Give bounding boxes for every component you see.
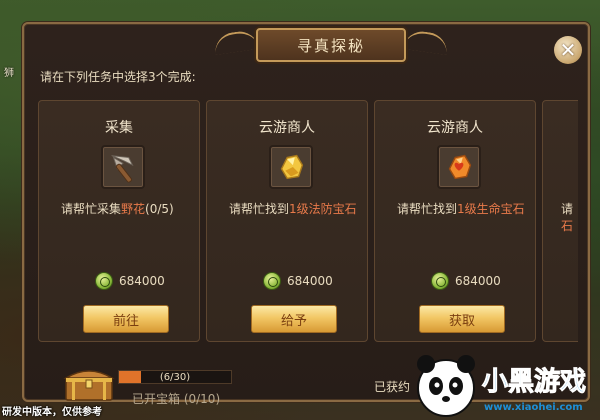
dev-version-watermark: 研发中版本，仅供参考 [2,407,102,418]
goto-button[interactable]: 前往 [83,305,169,333]
task-desc-highlight: 1级法防宝石 [289,202,357,216]
task-description: 请帮忙采集野花(0/5) [61,201,191,218]
reward-amount: 684000 [455,274,501,288]
task-desc-prefix: 请帮忙找到 [229,202,290,216]
dialog-title: 寻真探秘 [256,28,406,62]
item-slot[interactable] [437,145,481,189]
site-url: www.xiaohei.com [484,402,583,413]
npc-name-label: 狮 [4,68,14,79]
item-slot[interactable] [269,145,313,189]
task-title: 采集 [105,120,133,136]
task-desc-highlight: 野花 [121,202,146,216]
site-logo: 小黑游戏 www.xiaohei.com [417,355,587,417]
obtained-label: 已获约 [374,380,411,394]
treasure-chest-icon[interactable] [62,362,116,402]
task-card-gather[interactable]: 采集 请帮忙采集野花(0/5) 684000 前往 [38,100,200,342]
obtain-button[interactable]: 获取 [419,305,505,333]
reward: 684000 [431,271,501,291]
task-desc-prefix: 请帮忙找到 [397,202,458,216]
task-description: 请帮忙找到1级法防宝石 [229,201,359,218]
task-description: 请帮忙找到1级生命宝石 [397,201,527,218]
coin-icon [431,272,449,290]
task-desc-highlight: 石 [561,219,574,233]
banner-ornament-right [402,29,450,55]
task-desc-highlight: 1级生命宝石 [457,202,525,216]
task-desc-prefix: 请 [561,202,574,216]
pickaxe-icon [111,155,134,183]
reward-amount: 684000 [119,274,165,288]
site-logo-text: 小黑游戏 [482,367,586,397]
coin-icon [95,272,113,290]
task-description: 请 石 [561,201,578,235]
task-card-merchant-2[interactable]: 云游商人 请帮忙找到1级生命宝石 684000 获取 [374,100,536,342]
gold-gem-icon [280,154,304,180]
task-desc-suffix: (0/5) [145,202,174,216]
task-title: 云游商人 [427,120,483,136]
task-title: 云游商人 [259,120,315,136]
close-icon[interactable]: ✕ [554,36,582,64]
reward: 684000 [95,271,165,291]
chest-progress: (6/30) [118,370,232,384]
opened-chests-count: 已开宝箱 (0/10) [132,392,221,406]
task-card-merchant-1[interactable]: 云游商人 请帮忙找到1级法防宝石 684000 给予 [206,100,368,342]
instruction-text: 请在下列任务中选择3个完成: [40,70,196,84]
task-card-partial[interactable]: 请 石 [542,100,578,342]
reward: 684000 [263,271,333,291]
coin-icon [263,272,281,290]
banner-ornament-left [212,29,260,55]
give-button[interactable]: 给予 [251,305,337,333]
task-cards: 采集 请帮忙采集野花(0/5) 684000 前往 云游商人 请帮忙找到1级法防… [38,100,578,342]
task-desc-prefix: 请帮忙采集 [61,202,122,216]
progress-text: (6/30) [159,372,191,383]
orange-gem-icon [448,154,472,180]
item-slot[interactable] [101,145,145,189]
reward-amount: 684000 [287,274,333,288]
